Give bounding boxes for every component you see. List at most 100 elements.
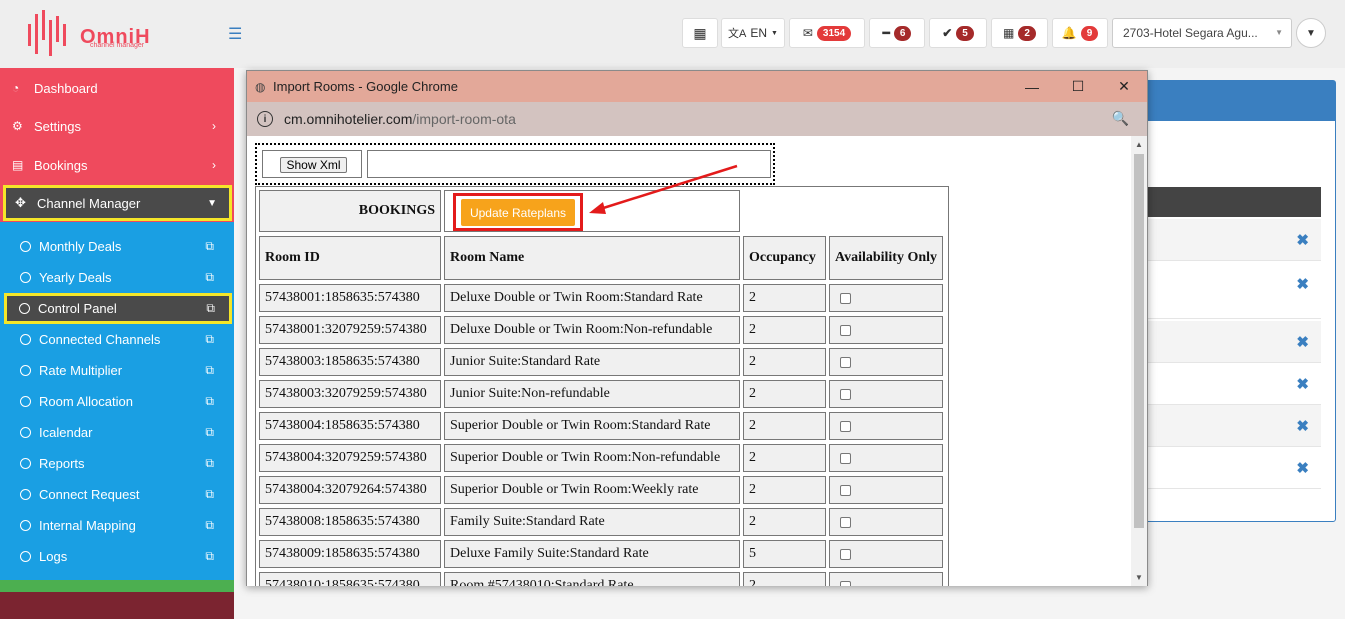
sidebar-sub-internal-mapping[interactable]: Internal Mapping ⧉ [0, 510, 234, 541]
availability-checkbox[interactable] [840, 292, 851, 304]
table-row: ✖ [1141, 363, 1321, 405]
translate-icon: 文A [728, 28, 747, 40]
external-link-icon: ⧉ [205, 549, 214, 563]
vertical-scrollbar[interactable]: ▲ ▼ [1131, 136, 1147, 586]
header-room-id: Room ID [259, 236, 441, 280]
bookings-label: BOOKINGS [259, 190, 441, 232]
availability-cell [829, 348, 943, 376]
zoom-icon[interactable]: 🔍 [1112, 110, 1129, 127]
availability-checkbox[interactable] [840, 324, 851, 336]
sidebar-sub-yearly-deals[interactable]: Yearly Deals ⧉ [0, 262, 234, 293]
occupancy-cell: 2 [743, 508, 826, 536]
show-xml-cell: Show Xml [262, 150, 362, 178]
room-id-cell: 57438004:32079259:574380 [259, 444, 441, 472]
background-card: ✖ ✖ ✖ ✖ ✖ ✖ [1140, 80, 1336, 522]
occupancy-cell: 2 [743, 348, 826, 376]
keyboard-icon: ▤ [12, 158, 24, 172]
remove-icon[interactable]: ✖ [1296, 417, 1309, 435]
external-link-icon: ⧉ [205, 270, 214, 284]
minimize-button[interactable]: — [1009, 71, 1055, 102]
sidebar-sub-room-allocation[interactable]: Room Allocation ⧉ [0, 386, 234, 417]
arrows-move-icon: ✥ [15, 195, 26, 210]
external-link-icon: ⧉ [205, 363, 214, 377]
sidebar-sub-monthly-deals[interactable]: Monthly Deals ⧉ [0, 231, 234, 262]
availability-cell [829, 284, 943, 312]
sidebar-sub-connected-channels[interactable]: Connected Channels ⧉ [0, 324, 234, 355]
dashboard-icon: ◔ [12, 81, 20, 95]
availability-checkbox[interactable] [840, 548, 851, 560]
menu-toggle-icon[interactable]: ☰ [228, 24, 242, 44]
info-icon[interactable]: i [257, 111, 273, 127]
scroll-up-icon[interactable]: ▲ [1135, 140, 1143, 149]
occupancy-cell: 2 [743, 316, 826, 344]
external-link-icon: ⧉ [205, 456, 214, 470]
messages-button[interactable]: ✉ 3154 [789, 18, 865, 48]
card-header [1141, 81, 1335, 121]
maximize-button[interactable]: ☐ [1055, 71, 1101, 102]
highlight-box: Update Rateplans [453, 193, 583, 231]
sidebar-item-bookings[interactable]: ▤ Bookings › [0, 146, 234, 184]
table-row: ✖ [1141, 263, 1321, 319]
sidebar-sub-label: Reports [39, 456, 85, 471]
remove-icon[interactable]: ✖ [1296, 333, 1309, 351]
sidebar-item-dashboard[interactable]: ◔ Dashboard [0, 69, 234, 107]
sidebar-item-label: Bookings [34, 157, 88, 173]
sidebar-sub-label: Yearly Deals [39, 270, 112, 285]
circle-icon [20, 241, 31, 252]
annotation-arrow [589, 164, 738, 214]
header-availability-only: Availability Only [829, 236, 943, 280]
room-name-cell: Junior Suite:Non-refundable [444, 380, 740, 408]
scroll-down-icon[interactable]: ▼ [1135, 573, 1143, 582]
availability-checkbox[interactable] [840, 420, 851, 432]
availability-checkbox[interactable] [840, 452, 851, 464]
sidebar-sub-label: Connected Channels [39, 332, 161, 347]
room-name-cell: Family Suite:Standard Rate [444, 508, 740, 536]
room-name-cell: Deluxe Double or Twin Room:Standard Rate [444, 284, 740, 312]
scrollbar-thumb[interactable] [1134, 154, 1144, 528]
sidebar-sub-control-panel[interactable]: Control Panel ⧉ [4, 293, 232, 324]
table-row: ✖ [1141, 447, 1321, 489]
apps-grid-button[interactable]: ▦ [682, 18, 718, 48]
user-menu-button[interactable]: ▼ [1296, 18, 1326, 48]
table-row: ✖ [1141, 321, 1321, 363]
sidebar-sub-connect-request[interactable]: Connect Request ⧉ [0, 479, 234, 510]
sidebar-item-channel-manager[interactable]: ✥ Channel Manager ▼ [3, 185, 232, 221]
room-name-cell: Superior Double or Twin Room:Standard Ra… [444, 412, 740, 440]
room-id-cell: 57438001:32079259:574380 [259, 316, 441, 344]
remove-icon[interactable]: ✖ [1296, 275, 1309, 293]
sidebar-sub-logs[interactable]: Logs ⧉ [0, 541, 234, 572]
remove-icon[interactable]: ✖ [1296, 231, 1309, 249]
availability-checkbox[interactable] [840, 388, 851, 400]
room-name-cell: Junior Suite:Standard Rate [444, 348, 740, 376]
availability-checkbox[interactable] [840, 580, 851, 586]
update-rateplans-button[interactable]: Update Rateplans [461, 199, 575, 226]
sidebar-sub-label: Room Allocation [39, 394, 133, 409]
show-xml-button[interactable]: Show Xml [280, 157, 347, 173]
address-bar[interactable]: i cm.omnihotelier.com/import-room-ota 🔍 [247, 102, 1147, 136]
sidebar-sub-rate-multiplier[interactable]: Rate Multiplier ⧉ [0, 355, 234, 386]
language-button[interactable]: 文A EN ▼ [721, 18, 785, 48]
remove-icon[interactable]: ✖ [1296, 375, 1309, 393]
availability-checkbox[interactable] [840, 516, 851, 528]
minus-button[interactable]: ━ 6 [869, 18, 925, 48]
header-occupancy: Occupancy [743, 236, 826, 280]
check-button[interactable]: ✔ 5 [929, 18, 987, 48]
sidebar-sub-icalendar[interactable]: Icalendar ⧉ [0, 417, 234, 448]
availability-cell [829, 476, 943, 504]
language-label: EN [750, 26, 768, 40]
import-rooms-window: ◍ Import Rooms - Google Chrome — ☐ ✕ i c… [246, 70, 1148, 586]
calendar-button[interactable]: ▦ 2 [991, 18, 1048, 48]
remove-icon[interactable]: ✖ [1296, 459, 1309, 477]
circle-icon [20, 334, 31, 345]
circle-icon [20, 489, 31, 500]
sidebar-item-settings[interactable]: ⚙ Settings › [0, 107, 234, 145]
hotel-select[interactable]: 2703-Hotel Segara Agu... ▼ [1112, 18, 1292, 48]
close-button[interactable]: ✕ [1101, 71, 1147, 102]
sidebar-sub-reports[interactable]: Reports ⧉ [0, 448, 234, 479]
sidebar-sub-label: Logs [39, 549, 68, 564]
availability-checkbox[interactable] [840, 484, 851, 496]
availability-checkbox[interactable] [840, 356, 851, 368]
occupancy-cell: 5 [743, 540, 826, 568]
notifications-button[interactable]: 🔔 9 [1052, 18, 1108, 48]
availability-cell [829, 444, 943, 472]
